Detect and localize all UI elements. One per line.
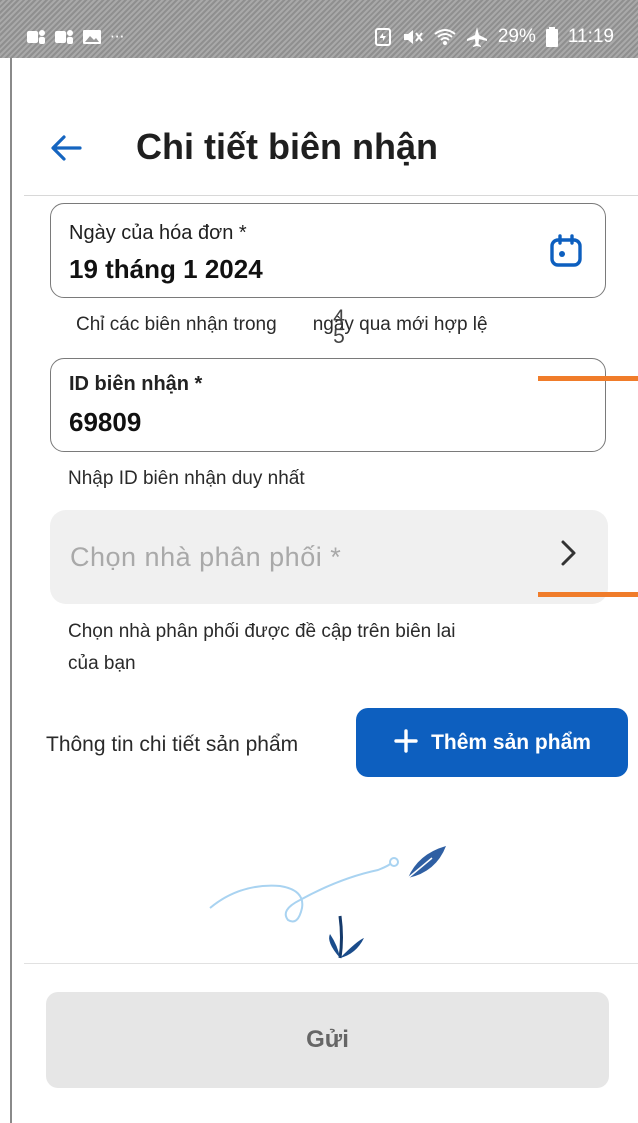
arrow-left-icon bbox=[51, 135, 82, 161]
product-details-label: Thông tin chi tiết sản phẩm bbox=[46, 733, 299, 756]
chevron-right-icon bbox=[558, 536, 580, 579]
distributor-placeholder: Chọn nhà phân phối * bbox=[70, 542, 342, 572]
teams-icon bbox=[27, 30, 45, 44]
calendar-icon[interactable] bbox=[549, 234, 583, 268]
plus-icon bbox=[393, 726, 419, 760]
status-time: 11:19 bbox=[567, 26, 614, 47]
submit-label: Gửi bbox=[306, 1026, 349, 1053]
invoice-date-label: Ngày của hóa đơn * bbox=[69, 222, 247, 244]
image-icon bbox=[83, 30, 101, 44]
battery-saver-icon bbox=[374, 28, 391, 46]
back-button[interactable] bbox=[46, 128, 90, 172]
wifi-icon bbox=[434, 29, 456, 45]
date-hint: Chỉ các biên nhận trong ngày qua mới hợp … bbox=[76, 314, 488, 336]
plant-illustration bbox=[209, 846, 446, 959]
date-hint-before: Chỉ các biên nhận trong bbox=[76, 314, 277, 335]
teams-icon bbox=[55, 30, 73, 44]
orange-annotation-mark bbox=[538, 376, 638, 381]
bottom-divider bbox=[24, 963, 638, 964]
header-divider bbox=[24, 195, 638, 196]
status-bar: ··· 29% 11:19 bbox=[0, 0, 638, 58]
battery-icon bbox=[545, 27, 558, 47]
receipt-id-label: ID biên nhận * bbox=[69, 373, 203, 395]
more-dots-icon: ··· bbox=[110, 28, 125, 46]
date-hint-days-bottom: 5 bbox=[333, 325, 345, 348]
invoice-date-field[interactable]: Ngày của hóa đơn * 19 tháng 1 2024 bbox=[50, 203, 606, 298]
distributor-hint: Chọn nhà phân phối được đề cập trên biên… bbox=[68, 621, 456, 674]
frame-border bbox=[10, 58, 12, 1123]
receipt-id-field[interactable]: ID biên nhận * 69809 bbox=[50, 358, 606, 452]
airplane-mode-icon bbox=[466, 27, 487, 47]
receipt-id-value: 69809 bbox=[69, 407, 142, 437]
date-hint-days: 4 5 bbox=[328, 307, 350, 348]
add-product-label: Thêm sản phẩm bbox=[431, 730, 591, 754]
mute-icon bbox=[403, 30, 423, 44]
status-right: 29% 11:19 bbox=[374, 26, 614, 48]
page-title: Chi tiết biên nhận bbox=[136, 126, 438, 167]
invoice-date-value: 19 tháng 1 2024 bbox=[69, 254, 263, 284]
add-product-button[interactable]: Thêm sản phẩm bbox=[356, 708, 628, 777]
receipt-id-hint: Nhập ID biên nhận duy nhất bbox=[68, 468, 305, 489]
battery-percent: 29% bbox=[497, 26, 536, 47]
submit-button[interactable]: Gửi bbox=[46, 992, 609, 1088]
status-left-icons: ··· bbox=[26, 28, 124, 46]
distributor-select[interactable]: Chọn nhà phân phối * bbox=[50, 510, 608, 604]
orange-annotation-mark bbox=[538, 592, 638, 597]
